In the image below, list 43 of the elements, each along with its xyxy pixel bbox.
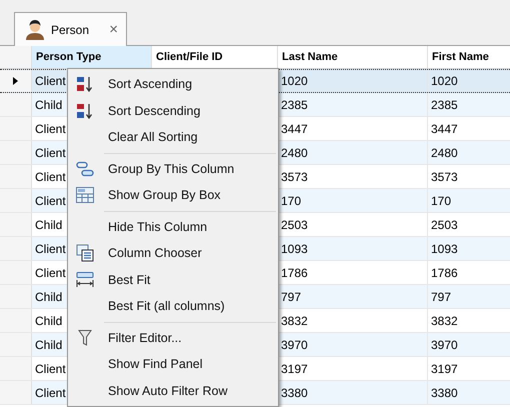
table-cell: 3447 xyxy=(281,122,308,136)
table-cell: Client xyxy=(35,242,66,256)
table-cell: 2385 xyxy=(281,98,308,112)
table-cell: 3380 xyxy=(281,386,308,400)
table-cell: 2480 xyxy=(281,146,308,160)
table-cell: Client xyxy=(35,386,66,400)
table-cell: Client xyxy=(35,266,66,280)
table-cell: Child xyxy=(35,98,62,112)
table-cell: 2480 xyxy=(431,146,458,160)
table-cell: 170 xyxy=(431,194,452,208)
table-cell: 3832 xyxy=(431,314,458,328)
table-cell: 1093 xyxy=(431,242,458,256)
table-cell: Child xyxy=(35,218,62,232)
table-cell: Child xyxy=(35,338,62,352)
tab-label: Person xyxy=(51,22,90,36)
table-cell: 3970 xyxy=(431,338,458,352)
table-cell: Child xyxy=(35,314,62,328)
table-cell: 1093 xyxy=(281,242,308,256)
table-cell: Client xyxy=(35,122,66,136)
table-cell: 3197 xyxy=(431,362,458,376)
table-cell: 3380 xyxy=(431,386,458,400)
table-cell: Client xyxy=(35,146,66,160)
table-cell: 3970 xyxy=(281,338,308,352)
table-cell: 170 xyxy=(281,194,302,208)
table-cell: 3573 xyxy=(431,170,458,184)
table-cell: 2385 xyxy=(431,98,458,112)
table-cell: Child xyxy=(35,290,62,304)
table-cell: 1786 xyxy=(431,266,458,280)
table-cell: 797 xyxy=(281,290,302,304)
table-cell: 3832 xyxy=(281,314,308,328)
table-cell: 2503 xyxy=(431,218,458,232)
table-cell: 1020 xyxy=(281,74,308,88)
table-cell: Client xyxy=(35,74,66,88)
table-cell: 1786 xyxy=(281,266,308,280)
table-cell: 3197 xyxy=(281,362,308,376)
table-cell: 1020 xyxy=(431,74,458,88)
table-cell: Client xyxy=(35,362,66,376)
table-cell: 3573 xyxy=(281,170,308,184)
table-cell: Client xyxy=(35,194,66,208)
table-cell: 3447 xyxy=(431,122,458,136)
table-cell: 2503 xyxy=(281,218,308,232)
table-cell: 797 xyxy=(431,290,452,304)
table-cell: Client xyxy=(35,170,66,184)
